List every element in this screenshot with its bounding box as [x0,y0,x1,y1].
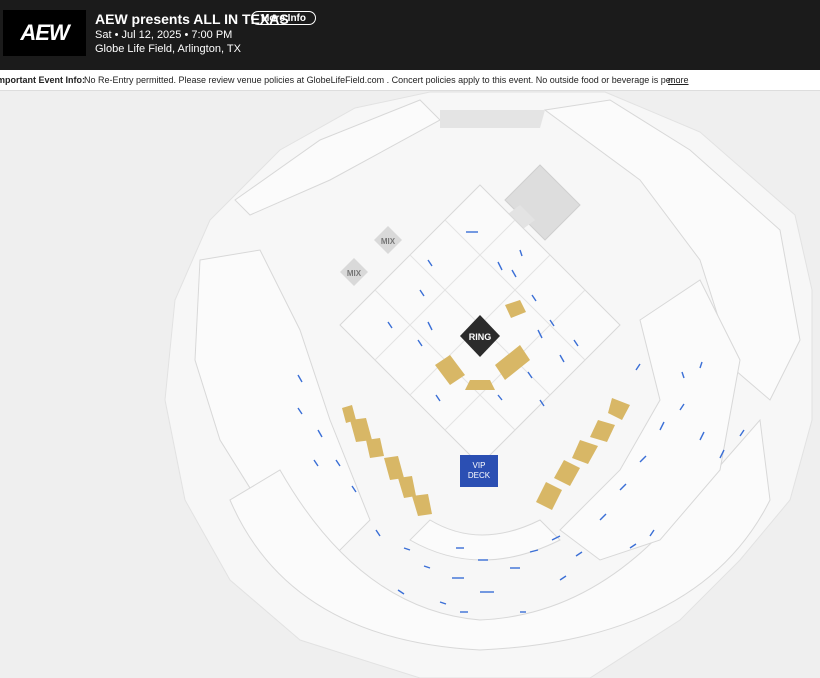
event-info-label: mportant Event Info: [0,75,85,85]
event-header: AEW AEW presents ALL IN TEXAS More Info … [0,0,820,70]
event-date: Sat • Jul 12, 2025 • 7:00 PM [95,29,233,41]
event-info-text: No Re-Entry permitted. Please review ven… [84,75,681,85]
press-box [440,110,545,128]
seat-map[interactable]: MIX MIX RING VIP DECK [0,91,820,678]
more-info-button[interactable]: More Info [251,11,316,25]
mix-label-2: MIX [347,269,362,278]
event-info-more-link[interactable]: more [668,70,689,90]
event-venue: Globe Life Field, Arlington, TX [95,43,241,55]
ring-label: RING [469,332,492,342]
logo-text: AEW [20,20,69,45]
aew-logo: AEW [3,10,86,56]
mix-label-1: MIX [381,237,396,246]
event-info-bar: mportant Event Info: No Re-Entry permitt… [0,70,820,91]
vip-label-line1: VIP [473,461,486,470]
vip-label-line2: DECK [468,471,491,480]
